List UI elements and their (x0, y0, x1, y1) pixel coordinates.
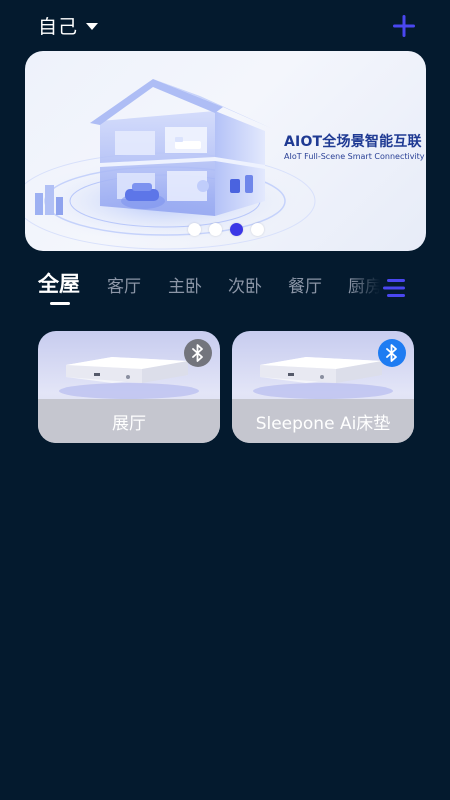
chevron-down-icon (86, 23, 99, 30)
carousel-dot[interactable] (250, 223, 264, 236)
device-name: Sleepone Ai床垫 (255, 413, 391, 434)
tab-whole-house[interactable]: 全屋 (38, 268, 80, 298)
carousel-dot[interactable] (208, 223, 222, 236)
tab-second-bedroom[interactable]: 次卧 (228, 272, 262, 297)
menu-icon[interactable] (383, 277, 407, 299)
header: 自己 (0, 0, 450, 50)
device-card-sleepone-mattress[interactable]: Sleepone Ai床垫 (232, 331, 414, 443)
device-name: 展厅 (112, 413, 146, 434)
carousel-indicators (25, 223, 426, 236)
bluetooth-icon (378, 339, 406, 367)
carousel-dot-active[interactable] (229, 223, 243, 236)
tabs-fade (350, 268, 380, 313)
banner-subtitle: AIoT Full-Scene Smart Connectivity (284, 152, 425, 161)
room-tabs: 全屋 客厅 主卧 次卧 餐厅 厨房 (0, 268, 380, 313)
carousel-dot[interactable] (187, 223, 201, 236)
smart-home-illustration (25, 79, 316, 250)
device-name-band: 展厅 (38, 399, 220, 443)
bluetooth-icon (184, 339, 212, 367)
tab-living-room[interactable]: 客厅 (107, 272, 141, 297)
home-selector-label: 自己 (38, 16, 79, 38)
device-card-showroom[interactable]: 展厅 (38, 331, 220, 443)
banner-title: AIOT全场景智能互联 (284, 134, 422, 150)
plus-icon[interactable] (392, 14, 416, 38)
tab-dining-room[interactable]: 餐厅 (288, 272, 322, 297)
home-selector[interactable]: 自己 (38, 12, 99, 39)
tab-master-bedroom[interactable]: 主卧 (168, 272, 202, 297)
device-name-band: Sleepone Ai床垫 (232, 399, 414, 443)
promo-banner[interactable]: AIOT全场景智能互联 AIoT Full-Scene Smart Connec… (25, 51, 426, 251)
active-tab-indicator (50, 302, 70, 305)
